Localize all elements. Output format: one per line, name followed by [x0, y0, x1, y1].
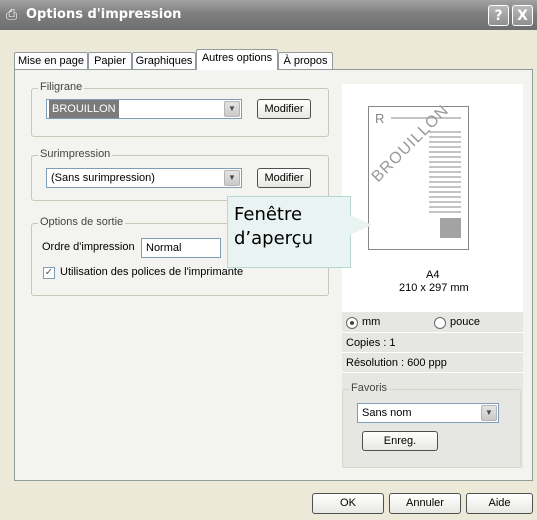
favoris-value: Sans nom — [362, 407, 412, 419]
preview-callout: Fenêtre d’aperçu — [227, 196, 351, 268]
surimpression-modify-button[interactable]: Modifier — [257, 168, 311, 188]
chevron-down-icon[interactable]: ▼ — [224, 170, 240, 186]
paper-preview: R BROUILLON — [368, 102, 469, 250]
tab-autres-options[interactable]: Autres options — [196, 49, 278, 70]
title-bar[interactable]: ⎙ Options d'impression ? X — [0, 0, 537, 30]
favoris-select[interactable]: Sans nom ▼ — [357, 403, 499, 423]
favoris-save-button[interactable]: Enreg. — [362, 431, 438, 451]
unit-mm-label: mm — [362, 316, 381, 328]
chevron-down-icon[interactable]: ▼ — [224, 101, 240, 117]
divider — [342, 372, 523, 373]
favoris-group: Favoris Sans nom ▼ Enreg. — [342, 382, 521, 468]
surimpression-select[interactable]: (Sans surimpression) ▼ — [46, 168, 242, 188]
preview-panel: R BROUILLON A4 210 x 297 mm mm pouce Cop… — [342, 84, 523, 468]
output-options-label: Options de sortie — [38, 216, 126, 228]
surimpression-group: Surimpression (Sans surimpression) ▼ Mod… — [31, 148, 329, 201]
print-order-select[interactable]: Normal — [141, 238, 221, 258]
filigrane-group: Filigrane BROUILLON ▼ Modifier — [31, 81, 329, 137]
printer-fonts-label: Utilisation des polices de l'imprimante — [60, 266, 244, 278]
surimpression-value: (Sans surimpression) — [51, 172, 155, 184]
tab-mise-en-page[interactable]: Mise en page — [14, 52, 88, 69]
filigrane-label: Filigrane — [38, 81, 85, 93]
callout-line-1: Fenêtre — [234, 204, 303, 225]
filigrane-select[interactable]: BROUILLON ▼ — [46, 99, 242, 119]
paper-graphic — [440, 218, 461, 238]
window-title: Options d'impression — [26, 7, 182, 22]
unit-inch-radio[interactable] — [434, 317, 446, 329]
resolution-text: Résolution : 600 ppp — [346, 357, 447, 369]
unit-inch-label: pouce — [450, 316, 480, 328]
help-footer-button[interactable]: Aide — [466, 493, 533, 514]
unit-mm-radio[interactable] — [346, 317, 358, 329]
help-button[interactable]: ? — [488, 5, 509, 26]
favoris-label: Favoris — [349, 382, 390, 394]
print-order-label: Ordre d'impression — [42, 241, 135, 253]
callout-arrow — [350, 215, 372, 235]
tab-graphiques[interactable]: Graphiques — [132, 52, 196, 69]
printer-fonts-checkbox[interactable]: ✓ — [43, 267, 55, 279]
divider — [342, 332, 523, 333]
copies-text: Copies : 1 — [346, 337, 396, 349]
print-options-dialog: ⎙ Options d'impression ? X Mise en page … — [0, 0, 537, 520]
filigrane-modify-button[interactable]: Modifier — [257, 99, 311, 119]
printer-icon: ⎙ — [6, 7, 18, 23]
divider — [342, 352, 523, 353]
paper-size-dims: 210 x 297 mm — [399, 282, 469, 294]
close-button[interactable]: X — [512, 5, 533, 26]
filigrane-value: BROUILLON — [49, 100, 119, 118]
print-order-value: Normal — [146, 242, 182, 254]
paper-size-name: A4 — [426, 269, 440, 281]
preview-area: R BROUILLON A4 210 x 297 mm — [342, 84, 523, 312]
tab-papier[interactable]: Papier — [88, 52, 132, 69]
callout-line-2: d’aperçu — [234, 228, 313, 249]
surimpression-label: Surimpression — [38, 148, 113, 160]
tab-panel: Filigrane BROUILLON ▼ Modifier Surimpres… — [14, 69, 533, 481]
tab-a-propos[interactable]: À propos — [278, 52, 333, 69]
chevron-down-icon[interactable]: ▼ — [481, 405, 497, 421]
cancel-button[interactable]: Annuler — [389, 493, 461, 514]
ok-button[interactable]: OK — [312, 493, 384, 514]
